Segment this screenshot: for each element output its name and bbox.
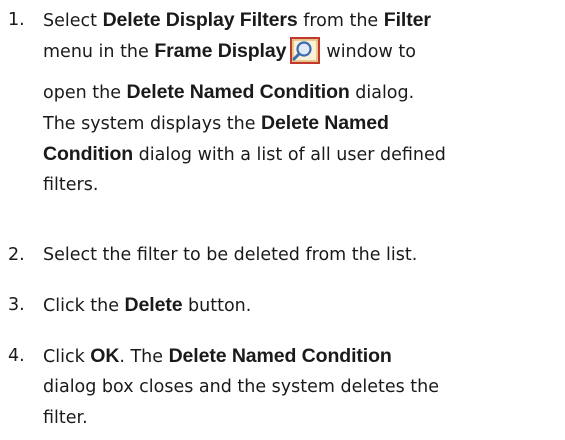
step-line: filter. — [43, 403, 88, 434]
step-line: Click OK. The Delete Named Condition — [43, 341, 392, 373]
button-name: OK — [90, 345, 120, 367]
text-run: filters. — [43, 175, 99, 195]
text-run: The system displays the — [43, 114, 262, 134]
menu-item-name: Delete Display Filters — [102, 9, 298, 31]
text-run: Click — [43, 347, 91, 367]
dialog-name: Delete Named — [261, 112, 389, 134]
text-run: button. — [182, 296, 252, 316]
text-run: filter. — [43, 408, 88, 428]
text-run: dialog with a list of all user defined — [133, 145, 446, 165]
step-number: 2. — [8, 245, 25, 265]
step-line: Select Delete Display Filters from the F… — [43, 5, 431, 37]
dialog-name: Condition — [43, 143, 134, 165]
text-run: Select the filter to be deleted from the… — [43, 245, 418, 265]
menu-name: Filter — [383, 9, 431, 31]
step-line: Select the filter to be deleted from the… — [43, 240, 417, 271]
step-line: Condition dialog with a list of all user… — [43, 139, 446, 171]
text-run: Select — [43, 11, 103, 31]
text-run: window to — [326, 42, 416, 62]
text-run: menu in the — [43, 42, 155, 62]
step-number: 1. — [8, 10, 25, 30]
text-run: dialog box closes and the system deletes… — [43, 377, 440, 397]
frame-display-icon — [290, 37, 321, 64]
step-number: 4. — [8, 346, 25, 366]
dialog-name: Delete Named Condition — [168, 345, 392, 367]
step-line: filters. — [43, 170, 98, 201]
text-run: Click the — [43, 296, 125, 316]
step-line: open the Delete Named Condition dialog. — [43, 77, 414, 109]
text-run: from the — [297, 11, 384, 31]
step-line: dialog box closes and the system deletes… — [43, 372, 439, 403]
step-line: The system displays the Delete Named — [43, 108, 389, 140]
text-run: . The — [119, 347, 169, 367]
step-line: menu in the Frame Display window to — [43, 36, 416, 68]
step-number: 3. — [8, 295, 25, 315]
text-run: dialog. — [349, 83, 415, 103]
button-name: Delete — [124, 294, 183, 316]
text-run: open the — [43, 83, 127, 103]
step-line: Click the Delete button. — [43, 290, 251, 322]
window-name: Frame Display — [154, 40, 287, 62]
dialog-name: Delete Named Condition — [126, 81, 350, 103]
